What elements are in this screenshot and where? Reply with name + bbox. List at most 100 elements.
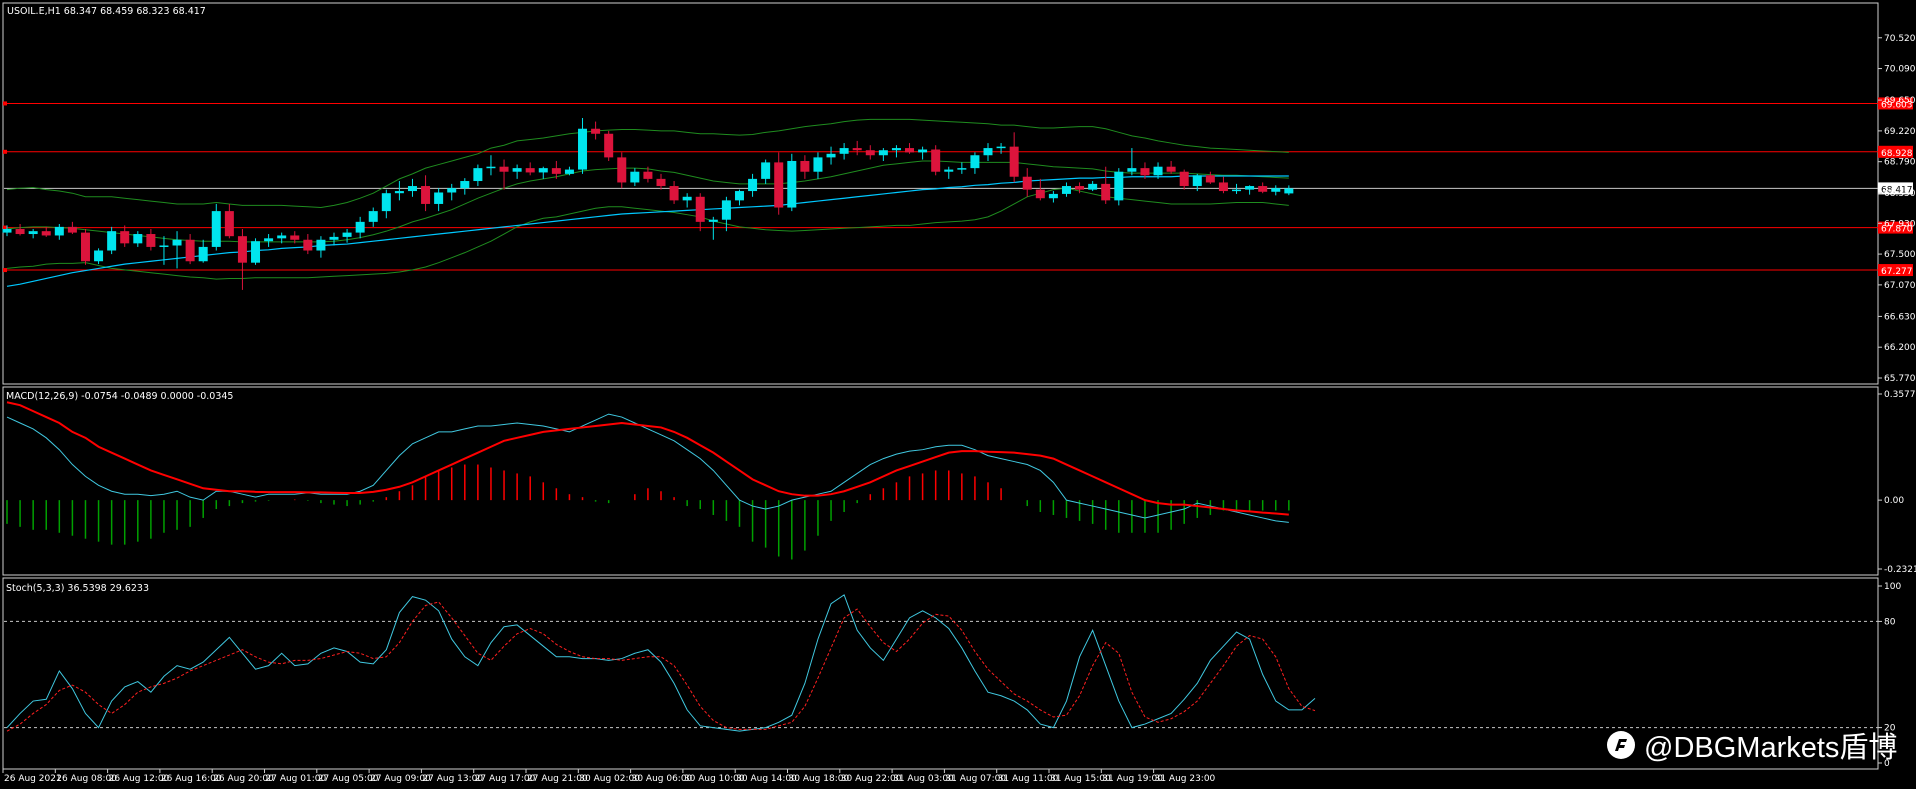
candle-body bbox=[604, 133, 614, 158]
candle-body bbox=[1101, 183, 1111, 201]
candle-body bbox=[617, 157, 627, 183]
candle-body bbox=[1205, 175, 1215, 183]
candle-body bbox=[15, 229, 25, 235]
candle-body bbox=[80, 232, 90, 262]
time-tick-label: 31 Aug 23:00 bbox=[1155, 774, 1216, 784]
macd-plot bbox=[6, 401, 1290, 560]
candle-body bbox=[970, 155, 980, 169]
candle-body bbox=[1153, 166, 1163, 176]
candle-body bbox=[421, 186, 431, 204]
price-tick-label: 67.930 bbox=[1884, 219, 1916, 229]
candle-body bbox=[983, 148, 993, 156]
candle-body bbox=[146, 234, 156, 247]
candle-body bbox=[368, 211, 378, 222]
candle-body bbox=[329, 236, 339, 240]
candle-body bbox=[865, 150, 875, 156]
price-tick-label: 68.790 bbox=[1884, 158, 1916, 168]
candle-body bbox=[1258, 186, 1268, 192]
watermark: @DBGMarkets盾博 bbox=[1606, 724, 1897, 766]
candle-body bbox=[839, 148, 849, 154]
candle-body bbox=[54, 226, 64, 236]
macd-tick-label: 0.00 bbox=[1884, 496, 1904, 506]
candle-body bbox=[133, 234, 143, 244]
candle-body bbox=[957, 168, 967, 170]
candle-body bbox=[669, 186, 679, 201]
candle-body bbox=[721, 200, 731, 220]
macd-tick-label: 0.3577 bbox=[1884, 390, 1916, 400]
candle-body bbox=[931, 149, 941, 172]
candle-body bbox=[460, 181, 470, 189]
stoch-tick-label: 80 bbox=[1884, 617, 1896, 627]
price-tick-label: 70.520 bbox=[1884, 34, 1916, 44]
bollinger-lower-line bbox=[6, 187, 1289, 280]
candle-body bbox=[41, 231, 51, 236]
candle-body bbox=[237, 236, 247, 263]
stoch-tick-label: 100 bbox=[1884, 582, 1901, 592]
candle-body bbox=[1166, 166, 1176, 172]
time-tick-label: 26 Aug 2021 bbox=[4, 774, 62, 784]
dbg-logo-icon bbox=[1607, 731, 1635, 759]
candle-body bbox=[1075, 186, 1085, 190]
candle-body bbox=[525, 168, 535, 173]
stoch-k-line bbox=[6, 594, 1316, 732]
price-tick-label: 66.630 bbox=[1884, 312, 1916, 322]
candle-body bbox=[800, 160, 810, 172]
candle-body bbox=[551, 168, 561, 174]
candle-body bbox=[695, 196, 705, 222]
candle-body bbox=[67, 226, 77, 233]
candle-body bbox=[2, 229, 12, 233]
candle-body bbox=[1245, 186, 1255, 190]
price-plot bbox=[2, 101, 1878, 290]
axes: 69.60368.92867.87067.27768.41770.52070.0… bbox=[2, 34, 1916, 784]
candle-body bbox=[316, 239, 326, 251]
candle-body bbox=[578, 128, 588, 170]
candle-body bbox=[473, 168, 483, 182]
candle-body bbox=[1179, 171, 1189, 187]
candle-body bbox=[381, 193, 391, 212]
watermark-text: @DBGMarkets盾博 bbox=[1644, 732, 1898, 764]
candle-body bbox=[512, 168, 522, 172]
candle-body bbox=[538, 168, 548, 173]
trading-chart[interactable]: 69.60368.92867.87067.27768.41770.52070.0… bbox=[0, 0, 1916, 789]
candle-body bbox=[905, 148, 915, 153]
candle-body bbox=[787, 160, 797, 208]
price-tick-label: 68.350 bbox=[1884, 189, 1916, 199]
candle-body bbox=[303, 239, 313, 251]
level-marker bbox=[3, 268, 7, 273]
candle-body bbox=[1035, 189, 1045, 199]
candle-body bbox=[996, 146, 1006, 149]
candle-body bbox=[1284, 188, 1294, 194]
candle-body bbox=[1218, 182, 1228, 192]
candle-body bbox=[1009, 146, 1019, 177]
candle-body bbox=[94, 250, 104, 262]
price-tick-label: 70.090 bbox=[1884, 65, 1916, 75]
macd-panel-frame bbox=[2, 386, 1879, 576]
stoch-plot bbox=[4, 594, 1878, 732]
candle-body bbox=[643, 171, 653, 179]
candle-body bbox=[826, 153, 836, 158]
candle-body bbox=[28, 231, 38, 235]
candle-body bbox=[499, 166, 509, 172]
candle-body bbox=[394, 191, 404, 194]
candle-body bbox=[1022, 176, 1032, 190]
macd-tick-label: -0.2321 bbox=[1884, 565, 1916, 575]
stoch-panel-frame bbox=[2, 577, 1879, 770]
candle-body bbox=[355, 221, 365, 233]
candle-body bbox=[1048, 193, 1058, 199]
candle-body bbox=[198, 246, 208, 262]
candle-body bbox=[891, 148, 901, 151]
price-tick-label: 69.220 bbox=[1884, 127, 1916, 137]
candle-body bbox=[434, 192, 444, 204]
candle-body bbox=[1271, 188, 1281, 192]
candle-body bbox=[1232, 189, 1242, 192]
candle-body bbox=[1192, 175, 1202, 187]
price-panel-label: USOIL.E,H1 68.347 68.459 68.323 68.417 bbox=[7, 6, 206, 17]
candle-body bbox=[852, 148, 862, 151]
price-tick-label: 67.500 bbox=[1884, 250, 1916, 260]
candle-body bbox=[708, 219, 718, 222]
candle-body bbox=[407, 186, 417, 192]
candle-body bbox=[107, 231, 117, 251]
macd-main-line bbox=[6, 413, 1289, 523]
candle-body bbox=[1061, 186, 1071, 194]
candle-body bbox=[277, 235, 287, 239]
